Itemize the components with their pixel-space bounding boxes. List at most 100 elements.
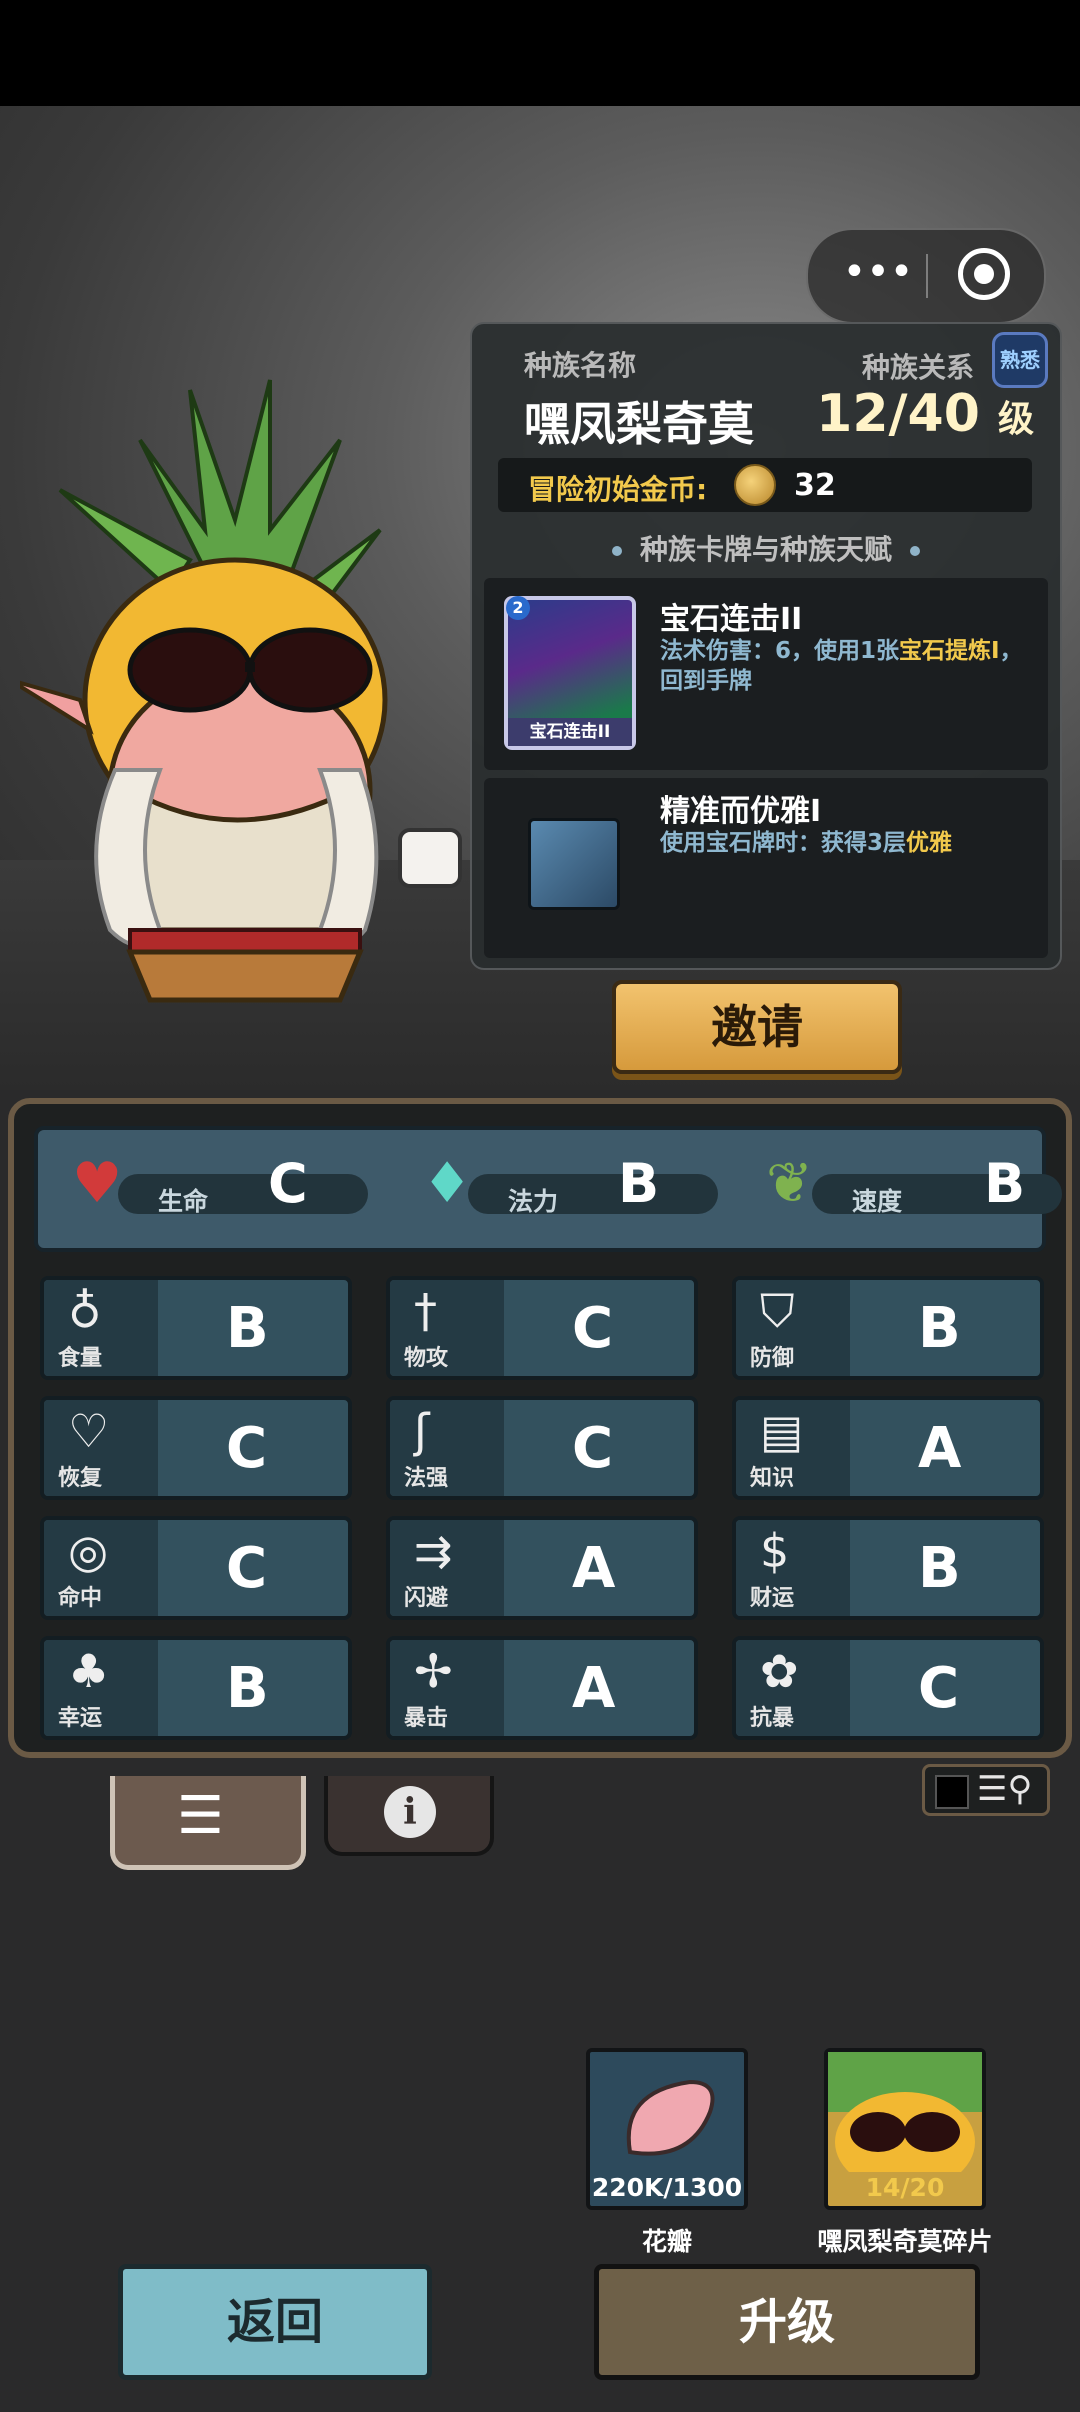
dash-arrows-icon: ⇉: [414, 1524, 453, 1578]
stat-grade: C: [572, 1296, 614, 1361]
stat-grade: B: [918, 1296, 961, 1361]
stat-tile-accuracy[interactable]: ◎ 命中 C: [40, 1516, 352, 1620]
stat-tile-dodge[interactable]: ⇉ 闪避 A: [386, 1516, 698, 1620]
clover-icon: ♣: [68, 1644, 110, 1698]
start-gold-value: 32: [794, 468, 836, 503]
stat-mana[interactable]: ♦ 法力 B: [408, 1150, 728, 1230]
invite-button[interactable]: 邀请: [612, 980, 902, 1074]
stat-tile-knowledge[interactable]: ▤ 知识 A: [732, 1396, 1044, 1500]
talent-crosshair-icon[interactable]: [528, 818, 620, 910]
stat-tile-attack[interactable]: † 物攻 C: [386, 1276, 698, 1380]
talent-description: 使用宝石牌时：获得3层优雅: [660, 828, 1032, 858]
filter-checkbox[interactable]: [935, 1775, 969, 1809]
stat-grade: C: [572, 1416, 614, 1481]
race-card-skill[interactable]: 2 宝石连击II 宝石连击II 法术伤害：6，使用1张宝石提炼I，回到手牌: [484, 578, 1048, 770]
stat-label: 法力: [508, 1187, 559, 1216]
desc-text: 使用宝石牌时：获得3层: [660, 830, 907, 856]
stat-speed[interactable]: ❦ 速度 B: [752, 1150, 1072, 1230]
stat-grade: A: [572, 1536, 616, 1601]
stat-label: 防御: [750, 1346, 795, 1371]
race-level: 12/40 级: [816, 384, 1034, 444]
stat-grade: B: [226, 1296, 269, 1361]
search-list-icon: ☰⚲: [977, 1769, 1033, 1809]
stat-grade: B: [984, 1152, 1026, 1215]
staff-icon: ʃ: [414, 1404, 430, 1458]
back-button[interactable]: 返回: [118, 2264, 432, 2380]
desc-keyword[interactable]: 优雅: [906, 830, 952, 856]
coin-icon: $: [760, 1524, 790, 1578]
race-talent[interactable]: 精准而优雅I 使用宝石牌时：获得3层优雅: [484, 778, 1048, 958]
desc-keyword[interactable]: 宝石提炼I: [899, 638, 1000, 664]
skill-name: 宝石连击II: [660, 602, 803, 637]
tab-info[interactable]: i: [324, 1776, 494, 1856]
material-petal[interactable]: 220K/1300: [586, 2048, 748, 2210]
stat-tile-recovery[interactable]: ♡ 恢复 C: [40, 1396, 352, 1500]
start-gold-row: 冒险初始金币: 32: [498, 458, 1032, 512]
material-label: 花瓣: [641, 2227, 692, 2256]
race-card-image[interactable]: 2 宝石连击II: [504, 596, 636, 750]
race-level-unit: 级: [997, 399, 1034, 440]
pineapple-character: [20, 379, 462, 1003]
stat-tile-defense[interactable]: ⛉ 防御 B: [732, 1276, 1044, 1380]
stat-bar: [118, 1174, 368, 1214]
stat-life[interactable]: ♥ 生命 C: [58, 1150, 378, 1230]
race-info-panel: 种族名称 种族关系 熟悉 嘿凤梨奇莫 12/40 级 冒险初始金币: 32 种族…: [470, 322, 1062, 970]
shell-icon: ✿: [760, 1644, 799, 1698]
close-target-icon[interactable]: [958, 248, 1010, 300]
material-qty: 14/20: [865, 2173, 945, 2202]
primary-stats-bar: ♥ 生命 C ♦ 法力 B ❦ 速度 B: [34, 1126, 1062, 1252]
relation-badge[interactable]: 熟悉: [992, 332, 1048, 388]
stat-label: 速度: [852, 1187, 903, 1216]
stat-grade: B: [918, 1536, 961, 1601]
material-label: 嘿凤梨奇莫碎片: [817, 2227, 993, 2256]
stat-tile-food[interactable]: ♁ 食量 B: [40, 1276, 352, 1380]
stat-tile-spell-power[interactable]: ʃ 法强 C: [386, 1396, 698, 1500]
stat-tile-critical[interactable]: ✢ 暴击 A: [386, 1636, 698, 1740]
material-shard[interactable]: 14/20: [824, 2048, 986, 2210]
stat-grade: C: [268, 1152, 308, 1215]
burst-icon: ✢: [414, 1644, 453, 1698]
stat-grade: B: [226, 1656, 269, 1721]
stat-grade: C: [226, 1416, 268, 1481]
stat-grade: B: [618, 1152, 660, 1215]
stat-label: 幸运: [58, 1706, 103, 1731]
stat-label: 物攻: [404, 1346, 449, 1371]
race-relation-label: 种族关系: [862, 351, 975, 384]
list-icon: ☰: [177, 1786, 224, 1846]
wing-icon: ❦: [766, 1151, 813, 1216]
stat-tile-wealth[interactable]: $ 财运 B: [732, 1516, 1044, 1620]
stomach-icon: ♁: [68, 1284, 102, 1338]
petal-icon: [626, 2079, 715, 2156]
stat-label: 食量: [58, 1346, 103, 1371]
target-icon: ◎: [68, 1524, 109, 1578]
skill-description: 法术伤害：6，使用1张宝石提炼I，回到手牌: [660, 636, 1032, 696]
pineapple-portrait-icon: [828, 2052, 982, 2192]
talent-name: 精准而优雅I: [660, 794, 822, 829]
stat-grade: C: [918, 1656, 960, 1721]
stat-label: 闪避: [404, 1586, 449, 1611]
material-qty: 220K/1300: [591, 2173, 743, 2202]
stat-label: 法强: [404, 1466, 449, 1491]
stat-grade: A: [918, 1416, 962, 1481]
sword-icon: †: [414, 1284, 437, 1338]
card-cost-badge: 2: [506, 596, 530, 620]
stat-grade: A: [572, 1656, 616, 1721]
start-gold-label: 冒险初始金币:: [528, 473, 708, 506]
tab-list[interactable]: ☰: [110, 1776, 306, 1870]
stat-label: 暴击: [404, 1706, 449, 1731]
card-caption: 宝石连击II: [508, 718, 632, 746]
stat-label: 命中: [58, 1586, 103, 1611]
stat-tile-luck[interactable]: ♣ 幸运 B: [40, 1636, 352, 1740]
stat-grade: C: [226, 1536, 268, 1601]
more-options-icon[interactable]: •••: [838, 252, 918, 300]
filter-toggle[interactable]: ☰⚲: [922, 1764, 1050, 1816]
race-name-label: 种族名称: [524, 349, 637, 382]
bullet-dot-icon: [910, 546, 920, 556]
stat-tile-crit-resist[interactable]: ✿ 抗暴 C: [732, 1636, 1044, 1740]
stat-label: 抗暴: [750, 1706, 795, 1731]
mini-program-capsule: •••: [806, 228, 1046, 324]
upgrade-button[interactable]: 升级: [594, 2264, 980, 2380]
armor-icon: ⛉: [760, 1284, 795, 1338]
bullet-dot-icon: [611, 546, 622, 556]
book-icon: ▤: [760, 1404, 804, 1458]
